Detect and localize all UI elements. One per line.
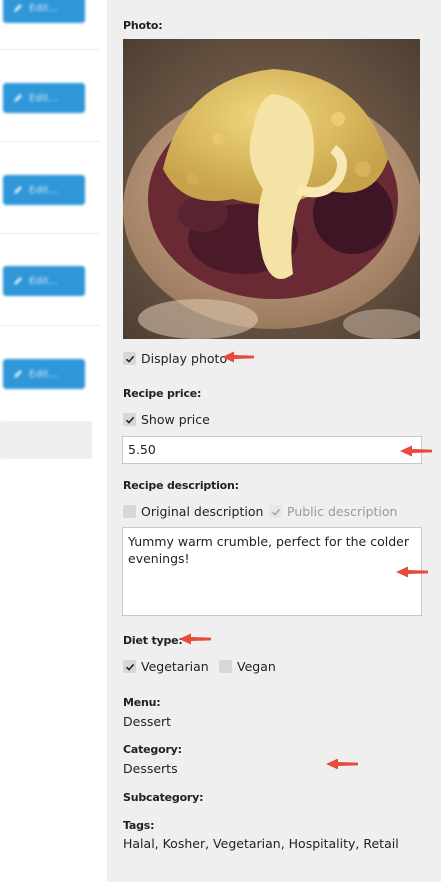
check-icon	[125, 355, 134, 363]
vegetarian-option[interactable]: Vegetarian	[123, 659, 209, 674]
list-divider	[0, 49, 100, 50]
edit-button-label: Edit...	[29, 2, 58, 14]
recipe-list-column: Edit... Edit... Edit... Edit... Edit...	[0, 0, 107, 882]
public-description-label: Public description	[287, 504, 398, 519]
recipe-price-label: Recipe price:	[123, 387, 202, 400]
display-photo-checkbox[interactable]	[123, 352, 136, 365]
list-row-placeholder	[0, 421, 92, 459]
check-icon	[125, 416, 134, 424]
edit-button-label: Edit...	[29, 368, 58, 380]
pencil-icon	[14, 94, 22, 102]
vegan-option[interactable]: Vegan	[219, 659, 276, 674]
tags-label: Tags:	[123, 819, 155, 832]
menu-label: Menu:	[123, 696, 161, 709]
pencil-icon	[14, 4, 22, 12]
edit-button[interactable]: Edit...	[3, 175, 85, 205]
show-price-checkbox[interactable]	[123, 413, 136, 426]
price-input[interactable]: 5.50	[122, 436, 422, 464]
recipe-detail-panel: Photo: Display photo Recipe price: Show …	[107, 0, 441, 882]
diet-type-label: Diet type:	[123, 634, 183, 647]
edit-button[interactable]: Edit...	[3, 266, 85, 296]
arrow-annotation-icon	[400, 445, 432, 457]
vegan-checkbox[interactable]	[219, 660, 232, 673]
subcategory-label: Subcategory:	[123, 791, 204, 804]
tags-value: Halal, Kosher, Vegetarian, Hospitality, …	[123, 836, 399, 851]
arrow-annotation-icon	[222, 351, 254, 363]
category-value: Desserts	[123, 761, 178, 776]
recipe-photo-image	[123, 39, 420, 339]
edit-button-label: Edit...	[29, 184, 58, 196]
edit-button[interactable]: Edit...	[3, 83, 85, 113]
vegetarian-checkbox[interactable]	[123, 660, 136, 673]
public-description-checkbox	[269, 505, 282, 518]
show-price-option[interactable]: Show price	[123, 412, 210, 427]
pencil-icon	[14, 186, 22, 194]
arrow-annotation-icon	[179, 633, 211, 645]
show-price-label: Show price	[141, 412, 210, 427]
check-icon	[125, 663, 134, 671]
original-description-checkbox[interactable]	[123, 505, 136, 518]
recipe-photo	[123, 39, 420, 339]
pencil-icon	[14, 277, 22, 285]
list-divider	[0, 233, 100, 234]
photo-label: Photo:	[123, 19, 163, 32]
original-description-option[interactable]: Original description	[123, 504, 263, 519]
arrow-annotation-icon	[396, 566, 428, 578]
edit-button[interactable]: Edit...	[3, 0, 85, 23]
check-icon	[271, 508, 280, 516]
arrow-annotation-icon	[326, 758, 358, 770]
display-photo-option[interactable]: Display photo	[123, 351, 227, 366]
list-divider	[0, 141, 100, 142]
edit-button-label: Edit...	[29, 92, 58, 104]
original-description-label: Original description	[141, 504, 264, 519]
edit-button-label: Edit...	[29, 275, 58, 287]
category-label: Category:	[123, 743, 182, 756]
vegetarian-label: Vegetarian	[141, 659, 209, 674]
edit-button[interactable]: Edit...	[3, 359, 85, 389]
pencil-icon	[14, 370, 22, 378]
description-textarea[interactable]: Yummy warm crumble, perfect for the cold…	[122, 527, 422, 616]
public-description-option: Public description	[269, 504, 397, 519]
recipe-description-label: Recipe description:	[123, 479, 239, 492]
vegan-label: Vegan	[237, 659, 276, 674]
menu-value: Dessert	[123, 714, 172, 729]
display-photo-label: Display photo	[141, 351, 228, 366]
list-divider	[0, 325, 100, 326]
